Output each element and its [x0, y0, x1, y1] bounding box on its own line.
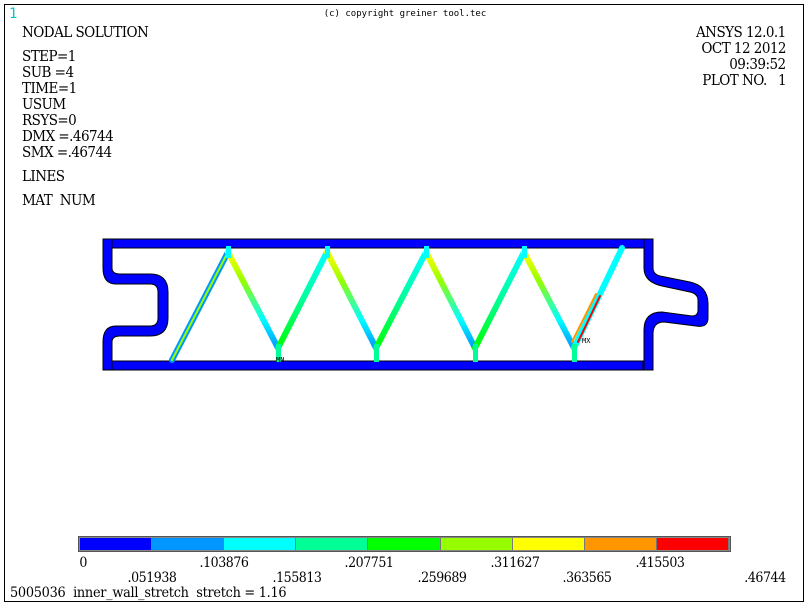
legend-tick-label: .207751 — [344, 555, 394, 571]
legend-tick-label: .46744 — [744, 570, 786, 586]
legend-tick-label: .103876 — [199, 555, 249, 571]
legend-tick-label: 0 — [79, 555, 88, 571]
legend-swatch — [512, 538, 585, 550]
legend-tick-label: .051938 — [127, 570, 177, 586]
fe-model: MN MX — [102, 238, 709, 371]
legend-swatch — [440, 538, 513, 550]
max-marker: MX — [582, 337, 591, 345]
legend-swatch — [80, 538, 153, 550]
legend-swatch — [584, 538, 657, 550]
legend-tick-label: .363565 — [562, 570, 612, 586]
legend-swatch — [656, 538, 729, 550]
plot-footer: 5005036 inner_wall_stretch stretch = 1.1… — [10, 585, 287, 601]
min-marker: MN — [276, 356, 284, 364]
truss-webs — [169, 245, 625, 363]
legend-swatch — [296, 538, 369, 550]
legend-tick-label: .259689 — [417, 570, 467, 586]
legend-tick-label: .311627 — [490, 555, 540, 571]
legend-tick-label: .155813 — [272, 570, 322, 586]
legend-swatch — [368, 538, 441, 550]
legend-tick-label: .415503 — [635, 555, 685, 571]
legend-swatch — [224, 538, 297, 550]
contour-legend — [78, 536, 731, 552]
legend-swatch — [152, 538, 225, 550]
